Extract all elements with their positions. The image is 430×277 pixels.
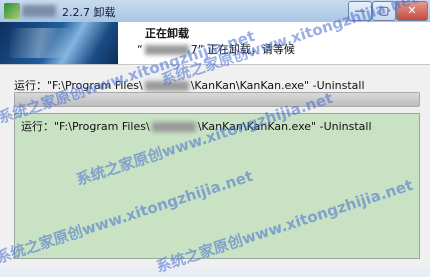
log-prefix: 运行："F:\Program Files\ <box>21 120 150 133</box>
progress-bar <box>14 92 420 107</box>
header-title: 正在卸载 <box>145 27 189 40</box>
window-title: 2.2.7 卸载 <box>62 6 116 19</box>
close-button[interactable]: ✕ <box>396 1 428 21</box>
header-panel: 正在卸载 “ 7” 正在卸载，请等候 <box>0 22 430 65</box>
minimize-button[interactable]: — <box>348 1 372 21</box>
title-bar[interactable]: 2.2.7 卸载 — ▢ ✕ <box>0 0 430 23</box>
log-suffix: \KanKan\KanKan.exe" -Uninstall <box>197 120 372 133</box>
progress-fill <box>15 93 419 106</box>
banner-image <box>0 22 118 64</box>
redacted-folder <box>144 81 189 91</box>
redacted-app-name <box>22 5 56 17</box>
run-suffix: \KanKan\KanKan.exe" -Uninstall <box>190 79 365 92</box>
run-status-text: 运行："F:\Program Files\ \KanKan\KanKan.exe"… <box>14 77 365 93</box>
app-icon <box>4 3 20 19</box>
redacted-app-name <box>144 45 189 55</box>
subtitle-suffix: 7” 正在卸载，请等候 <box>190 43 295 56</box>
maximize-button[interactable]: ▢ <box>372 1 396 21</box>
redacted-folder <box>151 122 196 132</box>
run-prefix: 运行："F:\Program Files\ <box>14 79 143 92</box>
header-subtitle: “ 7” 正在卸载，请等候 <box>137 41 295 57</box>
uninstall-window: 2.2.7 卸载 — ▢ ✕ 正在卸载 “ 7” 正在卸载，请等候 运行："F:\… <box>0 0 430 276</box>
log-line: 运行："F:\Program Files\ \KanKan\KanKan.exe"… <box>21 118 372 134</box>
subtitle-prefix: “ <box>137 43 143 56</box>
details-log[interactable]: 运行："F:\Program Files\ \KanKan\KanKan.exe"… <box>14 113 420 259</box>
